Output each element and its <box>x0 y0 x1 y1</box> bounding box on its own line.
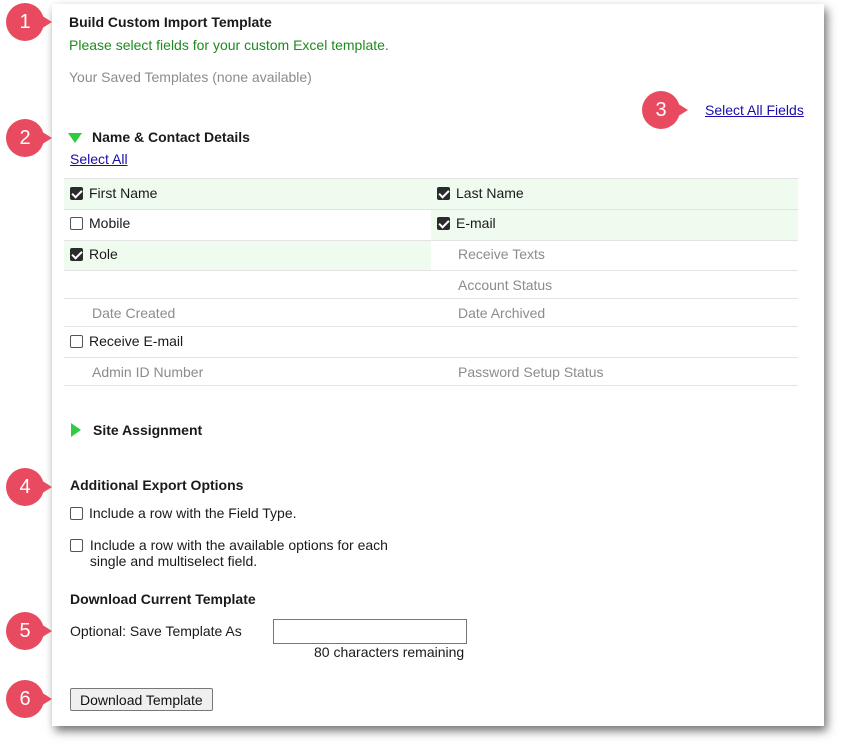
page-title: Build Custom Import Template <box>69 14 272 30</box>
row-divider <box>64 385 798 386</box>
row-divider <box>64 298 798 299</box>
mobile-checkbox[interactable] <box>70 216 83 230</box>
callout-badge-5: 5 <box>6 612 52 650</box>
field-receive-email[interactable]: Receive E-mail <box>70 333 183 349</box>
callout-badge-1: 1 <box>6 3 52 41</box>
badge-number: 2 <box>6 119 44 157</box>
section-title-contact[interactable]: Name & Contact Details <box>92 129 250 145</box>
option-field-type[interactable]: Include a row with the Field Type. <box>70 505 297 521</box>
field-last-name[interactable]: Last Name <box>437 185 524 201</box>
select-all-fields-link[interactable]: Select All Fields <box>705 102 804 118</box>
badge-number: 4 <box>6 468 44 506</box>
page-subtitle: Please select fields for your custom Exc… <box>69 37 389 53</box>
admin-id-label: Admin ID Number <box>92 364 204 380</box>
expanded-triangle-icon[interactable] <box>68 133 82 143</box>
row-divider <box>64 178 798 179</box>
field-email[interactable]: E-mail <box>437 215 496 231</box>
badge-number: 3 <box>642 91 680 129</box>
receive-email-checkbox[interactable] <box>70 334 83 348</box>
available-options-checkbox[interactable] <box>70 539 83 552</box>
date-archived-label: Date Archived <box>458 305 546 321</box>
save-as-label: Optional: Save Template As <box>70 623 242 639</box>
download-template-button[interactable]: Download Template <box>70 688 213 711</box>
row-divider <box>64 240 798 241</box>
account-status-label: Account Status <box>458 277 553 293</box>
badge-number: 1 <box>6 3 44 41</box>
email-checkbox[interactable] <box>437 216 450 230</box>
receive-email-label: Receive E-mail <box>89 333 184 349</box>
available-options-label: Include a row with the available options… <box>90 537 388 569</box>
badge-number: 5 <box>6 612 44 650</box>
row-divider <box>64 270 798 271</box>
saved-templates-text: Your Saved Templates (none available) <box>69 69 312 85</box>
role-label: Role <box>89 246 118 262</box>
collapsed-triangle-icon[interactable] <box>71 423 81 437</box>
callout-badge-4: 4 <box>6 468 52 506</box>
last-name-label: Last Name <box>456 185 524 201</box>
row-divider <box>64 209 798 210</box>
callout-badge-3: 3 <box>642 91 688 129</box>
download-title: Download Current Template <box>70 591 256 607</box>
section-title-site[interactable]: Site Assignment <box>93 422 202 438</box>
mobile-label: Mobile <box>89 215 131 231</box>
callout-badge-2: 2 <box>6 119 52 157</box>
first-name-checkbox[interactable] <box>70 186 83 200</box>
callout-badge-6: 6 <box>6 680 52 718</box>
row-divider <box>64 326 798 327</box>
first-name-label: First Name <box>89 185 158 201</box>
date-created-label: Date Created <box>92 305 176 321</box>
cell-highlight <box>64 240 431 270</box>
row-divider <box>64 357 798 358</box>
badge-number: 6 <box>6 680 44 718</box>
row-highlight <box>64 178 798 209</box>
email-label: E-mail <box>456 215 496 231</box>
role-checkbox[interactable] <box>70 247 83 261</box>
last-name-checkbox[interactable] <box>437 186 450 200</box>
field-first-name[interactable]: First Name <box>70 185 157 201</box>
field-type-checkbox[interactable] <box>70 506 83 520</box>
export-options-title: Additional Export Options <box>70 477 244 493</box>
password-setup-label: Password Setup Status <box>458 364 604 380</box>
available-options-line1: Include a row with the available options… <box>89 537 388 553</box>
receive-texts-label: Receive Texts <box>458 246 545 262</box>
save-as-input[interactable] <box>273 619 467 644</box>
field-mobile[interactable]: Mobile <box>70 215 130 231</box>
field-role[interactable]: Role <box>70 246 118 262</box>
option-available-options[interactable]: Include a row with the available options… <box>70 537 388 569</box>
select-all-contact-link[interactable]: Select All <box>70 151 128 167</box>
characters-remaining: 80 characters remaining <box>314 644 465 660</box>
field-type-label: Include a row with the Field Type. <box>89 505 297 521</box>
available-options-line2: single and multiselect field. <box>89 553 258 569</box>
